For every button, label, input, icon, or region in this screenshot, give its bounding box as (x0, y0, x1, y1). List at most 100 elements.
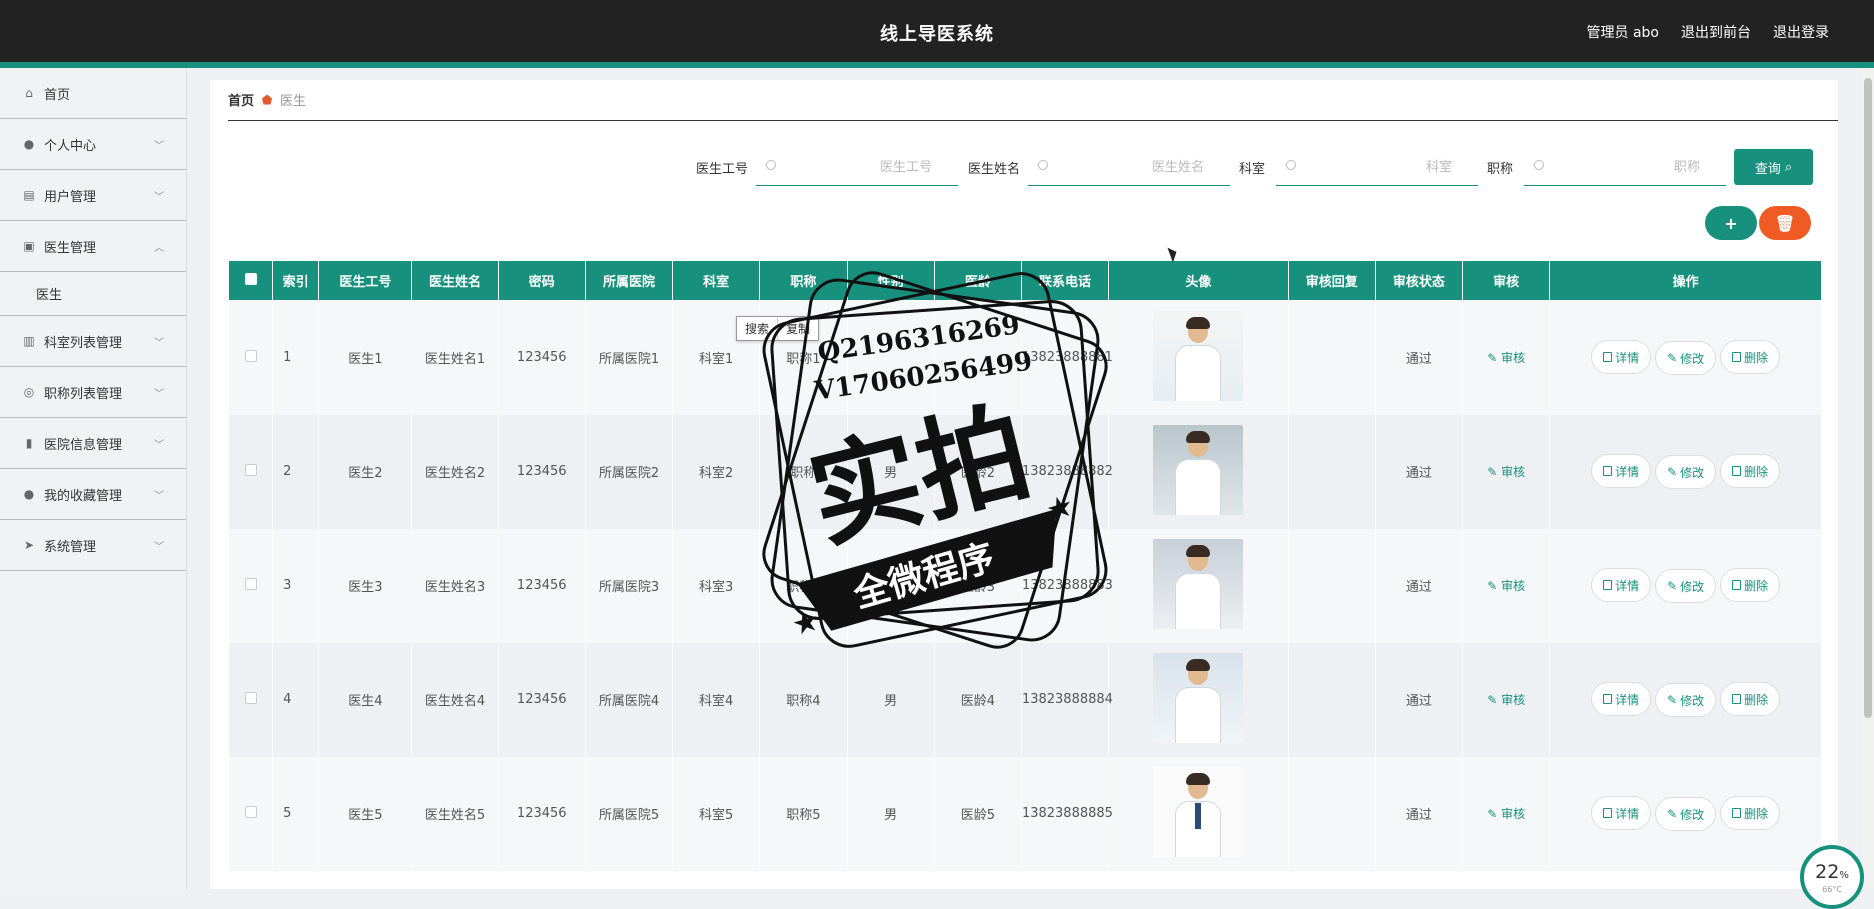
detail-button[interactable]: 详情 (1591, 682, 1652, 716)
department-input[interactable] (1276, 148, 1478, 185)
breadcrumb-home[interactable]: 首页 (228, 90, 254, 109)
row-checkbox-cell[interactable] (228, 756, 274, 871)
top-bar: 线上导医系统 管理员 abo 退出到前台 退出登录 (0, 0, 1874, 68)
sidebar-item-label: 用户管理 (44, 189, 97, 205)
sidebar-item-doctor-management[interactable]: ▣ 医生管理 ︿ (0, 221, 186, 272)
checkbox[interactable] (244, 577, 257, 590)
table-body: 1 医生1 医生姓名1 123456 所属医院1 科室1 职称1 13823888881 通过 ✎… (228, 300, 1822, 871)
row-checkbox-cell[interactable] (228, 300, 274, 415)
checkbox[interactable] (244, 272, 257, 285)
department-field[interactable] (1276, 148, 1478, 186)
vertical-scrollbar[interactable] (1862, 68, 1874, 889)
sidebar-item-system-management[interactable]: ➤ 系统管理 ﹀ (0, 520, 186, 571)
doc-icon (1603, 694, 1613, 704)
edit-button[interactable]: ✎ 修改 (1655, 797, 1717, 831)
column-header: 索引 (272, 260, 320, 301)
cell-sex: 男 (846, 642, 935, 757)
admin-label[interactable]: 管理员 abo (1587, 22, 1659, 42)
checkbox[interactable] (244, 349, 257, 362)
sidebar-item-department-management[interactable]: ▥ 科室列表管理 ﹀ (0, 316, 186, 367)
batch-delete-button[interactable]: 🗑 (1759, 206, 1811, 240)
sidebar-item-favorites-management[interactable]: ● 我的收藏管理 ﹀ (0, 469, 186, 520)
delete-label: 删除 (1744, 578, 1769, 593)
delete-button[interactable]: 删除 (1720, 340, 1781, 375)
trash-icon: 🗑 (1774, 213, 1796, 233)
cell-pwd: 123456 (497, 414, 586, 529)
cell-hospital: 所属医院2 (584, 414, 674, 529)
cell-status: 通过 (1374, 642, 1464, 757)
sidebar-item-user-management[interactable]: ▤ 用户管理 ﹀ (0, 170, 186, 221)
logout-link[interactable]: 退出登录 (1773, 22, 1829, 42)
column-header: 密码 (497, 260, 586, 301)
pen-icon: ✎ (1487, 579, 1502, 593)
cell-avatar (1108, 300, 1289, 415)
select-all-checkbox[interactable] (228, 260, 274, 301)
row-checkbox-cell[interactable] (228, 414, 274, 529)
cell-title: 职称 (759, 414, 848, 529)
cell-idx: 3 (272, 528, 320, 643)
query-button[interactable]: 查询 ⌕ (1734, 149, 1813, 185)
audit-link[interactable]: ✎ 审核 (1487, 693, 1525, 707)
title-input[interactable] (1524, 148, 1726, 185)
sidebar-subitem-doctor[interactable]: 医生 (0, 272, 186, 316)
delete-button[interactable]: 删除 (1720, 454, 1781, 488)
edit-button[interactable]: ✎ 修改 (1655, 341, 1717, 376)
cell-age (933, 300, 1022, 415)
audit-link[interactable]: ✎ 审核 (1487, 351, 1525, 365)
doctor-avatar (1153, 310, 1244, 401)
delete-button[interactable]: 删除 (1720, 796, 1781, 830)
delete-label: 删除 (1744, 464, 1769, 479)
checkbox[interactable] (244, 805, 257, 818)
sidebar-item-hospital-management[interactable]: ▮ 医院信息管理 ﹀ (0, 418, 186, 469)
column-header: 所属医院 (584, 260, 674, 301)
audit-link[interactable]: ✎ 审核 (1487, 807, 1525, 821)
doctor-no-field[interactable] (756, 148, 958, 186)
edit-button[interactable]: ✎ 修改 (1655, 455, 1717, 489)
chevron-down-icon: ﹀ (154, 491, 164, 502)
popup-copy-button[interactable]: 复制 (778, 317, 818, 340)
cell-phone: 13823888881 (1020, 300, 1113, 415)
detail-button[interactable]: 详情 (1591, 568, 1652, 602)
checkbox[interactable] (244, 463, 257, 476)
breadcrumb-separator-icon (262, 94, 273, 105)
cell-no: 医生4 (318, 642, 413, 757)
selection-popup: 搜索 复制 (736, 316, 820, 341)
sidebar: ⌂ 首页 ● 个人中心 ﹀ ▤ 用户管理 ﹀ ▣ 医生管理 ︿ 医生 ▥ 科室列… (0, 68, 187, 889)
pen-icon: ✎ (1667, 579, 1678, 593)
doctor-table: 索引 医生工号 医生姓名 密码 所属医院 科室 职称 性别 医龄 联系电话 头像… (228, 260, 1822, 889)
column-header: 头像 (1108, 260, 1289, 301)
doctor-no-input[interactable] (756, 148, 958, 185)
audit-link[interactable]: ✎ 审核 (1487, 579, 1525, 593)
detail-button[interactable]: 详情 (1591, 340, 1652, 375)
detail-button[interactable]: 详情 (1591, 454, 1652, 488)
row-checkbox-cell[interactable] (228, 528, 274, 643)
sidebar-item-label: 医院信息管理 (44, 437, 123, 453)
cell-dept: 科室5 (672, 756, 761, 871)
scrollbar-thumb[interactable] (1864, 78, 1872, 718)
detail-button[interactable]: 详情 (1591, 796, 1652, 830)
delete-button[interactable]: 删除 (1720, 682, 1781, 716)
table-header-row: 索引 医生工号 医生姓名 密码 所属医院 科室 职称 性别 医龄 联系电话 头像… (228, 260, 1822, 301)
delete-button[interactable]: 删除 (1720, 568, 1781, 602)
cell-no: 医生3 (318, 528, 413, 643)
row-checkbox-cell[interactable] (228, 642, 274, 757)
column-header: 医龄 (933, 260, 1022, 301)
chart-icon: ▤ (23, 188, 35, 202)
doctor-name-input[interactable] (1028, 148, 1230, 185)
audit-link[interactable]: ✎ 审核 (1487, 465, 1525, 479)
sidebar-item-home[interactable]: ⌂ 首页 (0, 68, 186, 119)
exit-to-front-link[interactable]: 退出到前台 (1681, 22, 1751, 42)
sidebar-item-personal-center[interactable]: ● 个人中心 ﹀ (0, 119, 186, 170)
sidebar-item-label: 职称列表管理 (44, 386, 123, 402)
doc-icon (1603, 352, 1613, 363)
cell-name: 医生姓名3 (411, 528, 499, 643)
edit-button[interactable]: ✎ 修改 (1655, 569, 1717, 603)
popup-search-button[interactable]: 搜索 (737, 317, 779, 340)
doctor-name-field[interactable] (1028, 148, 1230, 186)
title-field[interactable] (1524, 148, 1726, 186)
add-button[interactable]: + (1705, 206, 1757, 240)
search-icon (766, 160, 776, 170)
edit-button[interactable]: ✎ 修改 (1655, 683, 1717, 717)
sidebar-item-title-management[interactable]: ◎ 职称列表管理 ﹀ (0, 367, 186, 418)
checkbox[interactable] (244, 691, 257, 704)
